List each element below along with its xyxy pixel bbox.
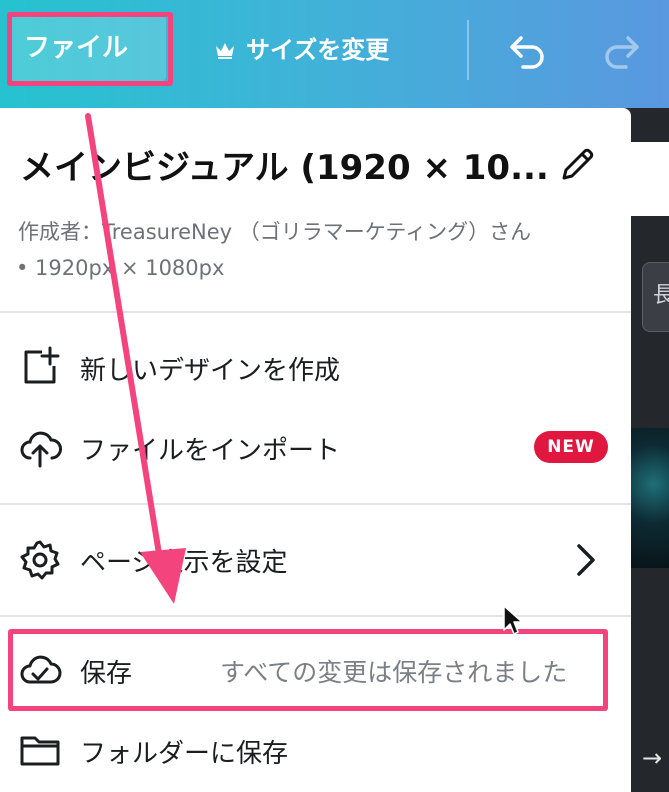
new-badge: NEW [534, 431, 608, 463]
menu-item-label: フォルダーに保存 [80, 739, 289, 769]
mouse-cursor-icon [503, 605, 523, 635]
chevron-right-icon [577, 544, 595, 576]
background-chip[interactable]: 長 [642, 262, 669, 332]
menu-divider [0, 503, 631, 505]
menu-item-page-settings[interactable]: ページ表示を設定 [0, 530, 631, 590]
menu-item-label: 新しいデザインを作成 [80, 356, 341, 386]
menu-item-save-to-folder[interactable]: フォルダーに保存 [0, 720, 631, 780]
gear-icon [20, 540, 60, 580]
arrow-right-icon: → [642, 744, 663, 772]
redo-icon[interactable] [598, 28, 644, 74]
design-title: メインビジュアル (1920 × 10... [20, 148, 549, 188]
menu-divider [0, 615, 631, 617]
cloud-upload-icon [20, 431, 62, 468]
file-button-highlight [7, 12, 173, 86]
undo-icon[interactable] [505, 28, 551, 74]
menu-item-label: ファイルをインポート [80, 436, 341, 466]
pencil-icon[interactable] [556, 142, 600, 186]
folder-icon [20, 736, 60, 766]
menu-divider [0, 311, 631, 313]
toolbar-divider [467, 20, 469, 80]
background-thumbnail [631, 428, 669, 568]
design-dimensions: • 1920px × 1080px [16, 256, 225, 280]
background-input [631, 142, 669, 216]
resize-label: サイズを変更 [246, 36, 390, 64]
new-design-icon [24, 346, 60, 384]
crown-icon [216, 43, 234, 59]
menu-item-label: ページ表示を設定 [80, 548, 288, 578]
design-author: 作成者：TreasureNey （ゴリラマーケティング）さん [18, 220, 532, 244]
menu-item-new-design[interactable]: 新しいデザインを作成 [0, 338, 631, 398]
save-item-highlight [8, 629, 608, 711]
resize-button[interactable]: サイズを変更 [214, 24, 389, 76]
